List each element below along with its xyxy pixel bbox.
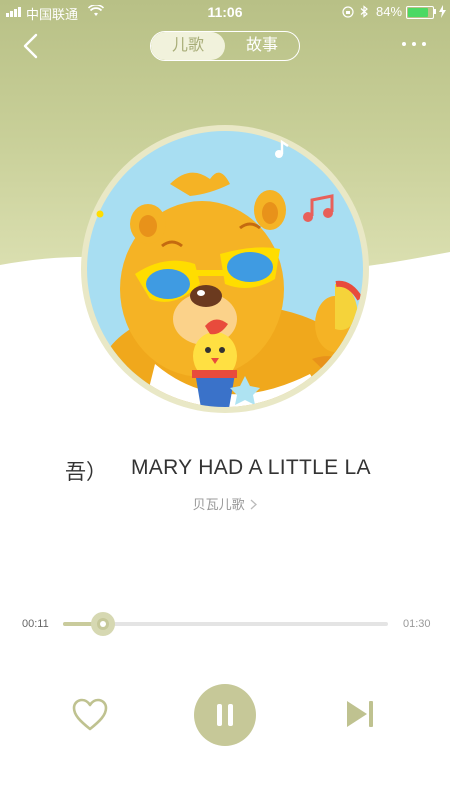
album-cover: [81, 125, 369, 413]
more-dots-icon: [402, 42, 406, 46]
pause-icon: [217, 704, 233, 726]
heart-icon: [72, 698, 108, 731]
total-time: 01:30: [403, 618, 431, 630]
back-button[interactable]: [20, 33, 44, 59]
bluetooth-icon: [360, 5, 368, 18]
more-button[interactable]: [402, 42, 426, 46]
progress-bar[interactable]: [63, 612, 388, 636]
like-button[interactable]: [72, 698, 108, 732]
battery-tip: [434, 9, 436, 14]
next-button[interactable]: [344, 698, 376, 730]
artist-name: 贝瓦儿歌: [192, 497, 245, 512]
tab-songs[interactable]: 儿歌: [151, 32, 225, 60]
status-bar: 中国联通 11:06 84%: [0, 0, 450, 24]
battery-icon: [406, 6, 434, 19]
pause-button[interactable]: [194, 684, 256, 746]
skip-next-icon: [347, 701, 373, 727]
track-title: MARY HAD A LITTLE LA: [131, 456, 371, 479]
track-title-fragment: 吾）: [65, 461, 107, 484]
progress-handle[interactable]: [90, 612, 115, 636]
category-tabs: 儿歌 故事: [150, 31, 300, 61]
artist-link[interactable]: 贝瓦儿歌: [0, 494, 450, 513]
track-title-marquee: 吾） MARY HAD A LITTLE LA: [0, 452, 450, 486]
charging-icon: [439, 5, 446, 18]
chevron-right-icon: [250, 499, 258, 510]
rotation-lock-icon: [342, 6, 354, 18]
current-time: 00:11: [22, 618, 49, 630]
tab-stories[interactable]: 故事: [225, 32, 299, 60]
battery-percent: 84%: [376, 4, 403, 19]
chevron-left-icon: [23, 33, 38, 59]
